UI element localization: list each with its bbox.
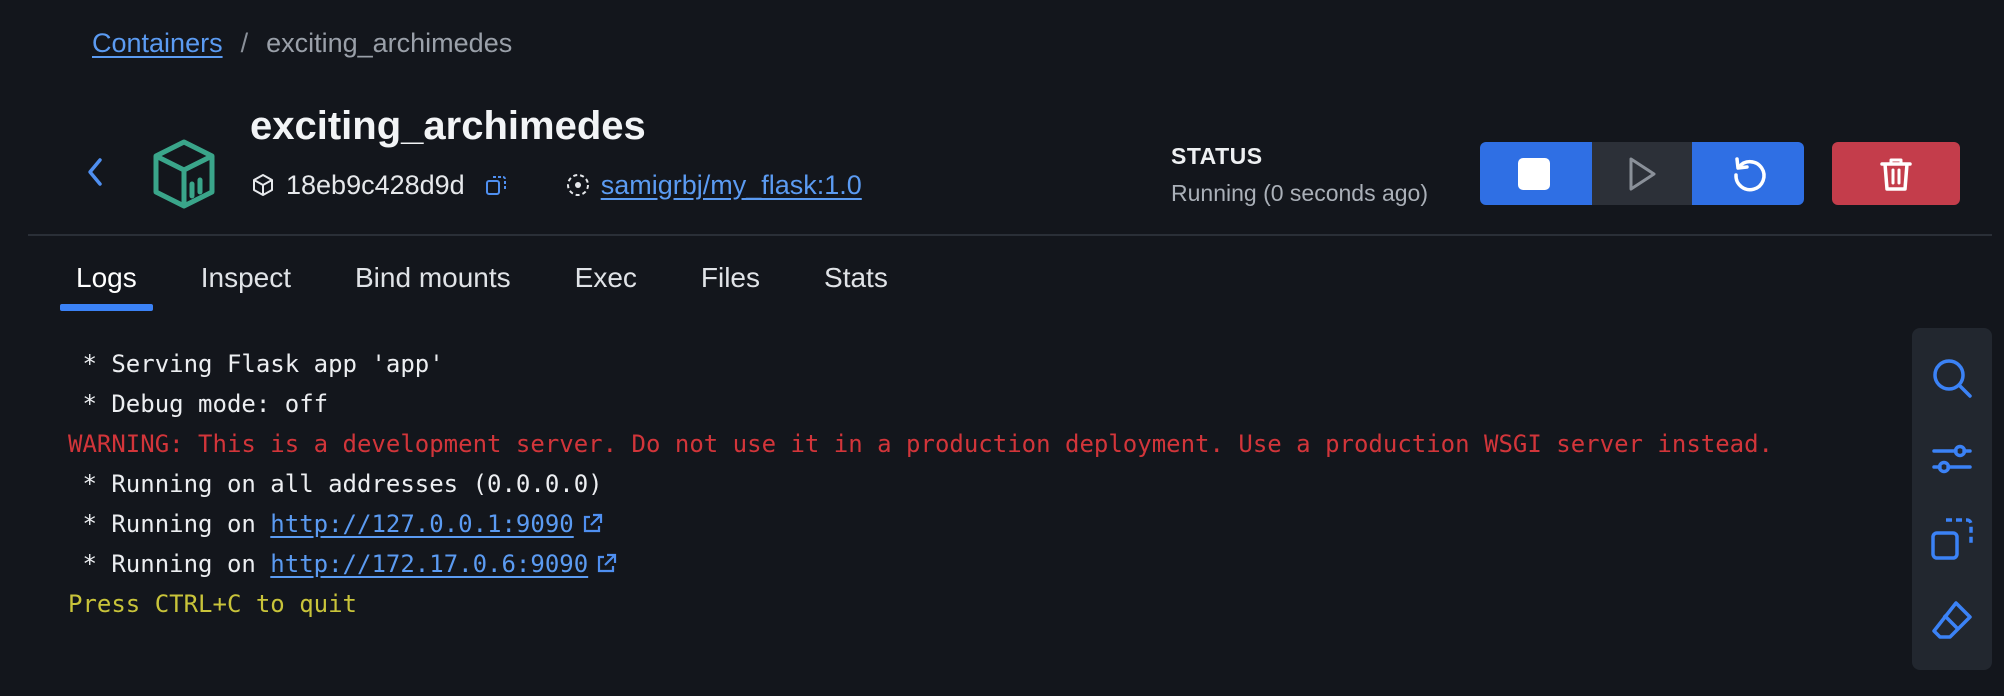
stop-button[interactable] [1480,142,1588,205]
breadcrumb-containers-link[interactable]: Containers [92,28,223,59]
external-link-icon[interactable] [580,508,604,548]
cube-icon [250,172,276,198]
copy-id-icon[interactable] [483,172,509,198]
tab-bind-mounts[interactable]: Bind mounts [339,240,527,312]
log-quit-line: Press CTRL+C to quit [68,590,357,618]
header-divider [28,234,1992,236]
container-name-title: exciting_archimedes [250,104,646,148]
tab-exec[interactable]: Exec [559,240,653,312]
status-label: STATUS [1171,143,1263,169]
log-line-prefix: * Running on [68,550,271,578]
log-output: * Serving Flask app 'app' * Debug mode: … [68,344,1888,624]
log-settings-button[interactable] [1926,433,1978,485]
start-button[interactable] [1588,142,1696,205]
back-button[interactable] [80,152,110,192]
tab-stats[interactable]: Stats [808,240,904,312]
restart-icon [1734,156,1766,191]
restart-button[interactable] [1696,142,1804,205]
log-link-localhost[interactable]: http://127.0.0.1:9090 [270,510,573,538]
log-line: * Running on http://127.0.0.1:9090 [68,504,1888,544]
container-box-icon [153,139,215,209]
filter-settings-icon [1932,444,1972,473]
breadcrumb-separator: / [240,28,249,58]
image-link[interactable]: samigrbj/my_flask:1.0 [601,170,862,201]
tab-inspect[interactable]: Inspect [185,240,307,312]
image-icon [565,172,591,198]
log-link-container-ip[interactable]: http://172.17.0.6:9090 [270,550,588,578]
container-actions-group [1480,142,1804,205]
external-link-icon[interactable] [594,548,618,588]
container-meta-row: 18eb9c428d9d samigrbj/my_flask:1.0 [250,166,862,204]
log-line-prefix: * Running on [68,510,271,538]
log-side-toolbar [1912,328,1992,670]
search-icon [1933,359,1972,398]
chevron-left-icon [88,158,102,186]
search-logs-button[interactable] [1926,352,1978,404]
stop-icon [1518,157,1550,190]
log-line: * Running on http://172.17.0.6:9090 [68,544,1888,584]
tab-bar: Logs Inspect Bind mounts Exec Files Stat… [60,240,936,312]
tab-logs[interactable]: Logs [60,240,153,312]
breadcrumb-current: exciting_archimedes [266,28,513,58]
copy-icon [1931,518,1973,560]
eraser-icon [1932,601,1972,639]
log-warning-line: WARNING: This is a development server. D… [68,430,1774,458]
tab-files[interactable]: Files [685,240,776,312]
status-value: Running (0 seconds ago) [1171,180,1428,206]
log-line: * Serving Flask app 'app' [68,350,444,378]
container-id: 18eb9c428d9d [286,169,465,200]
log-line: * Debug mode: off [68,390,329,418]
trash-icon [1880,158,1912,191]
clear-logs-button[interactable] [1926,594,1978,646]
delete-button[interactable] [1832,142,1960,205]
copy-logs-button[interactable] [1926,513,1978,565]
breadcrumb: Containers / exciting_archimedes [92,28,512,59]
status-block: STATUS Running (0 seconds ago) [1171,143,1428,207]
log-line: * Running on all addresses (0.0.0.0) [68,470,603,498]
play-icon [1629,157,1656,190]
